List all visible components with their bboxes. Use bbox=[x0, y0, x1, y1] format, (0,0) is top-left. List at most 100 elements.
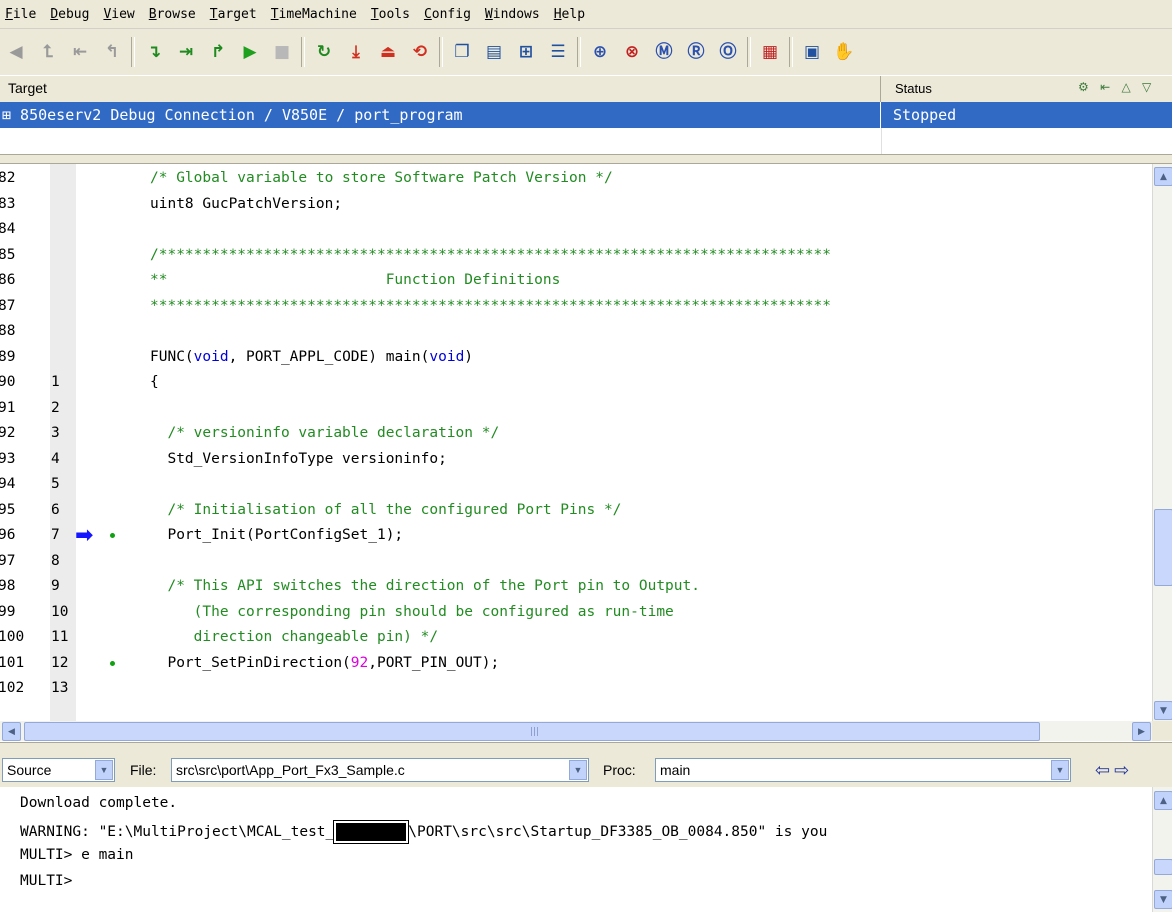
code-text[interactable]: /* versioninfo variable declaration */ bbox=[150, 425, 499, 441]
menu-item-help[interactable]: Help bbox=[547, 7, 592, 22]
menu-item-debug[interactable]: Debug bbox=[43, 7, 96, 22]
download-icon[interactable]: ⤓ bbox=[343, 39, 369, 65]
back-forward-arrows-icon[interactable]: ⇦⇨ bbox=[1095, 760, 1133, 781]
source-horizontal-scrollbar[interactable]: ◀ ||| ▶ bbox=[0, 721, 1152, 741]
breakpoint-dot-icon[interactable] bbox=[110, 660, 115, 666]
toolbar-separator bbox=[439, 37, 443, 67]
target-row-selected[interactable]: ⊞ 850eserv2 Debug Connection / V850E / p… bbox=[0, 102, 1172, 128]
register-view-icon[interactable]: Ⓡ bbox=[683, 39, 709, 65]
code-text[interactable]: /* Global variable to store Software Pat… bbox=[150, 170, 613, 186]
step-back-icon[interactable]: ◀ bbox=[3, 39, 29, 65]
code-token: { bbox=[150, 374, 159, 390]
step-over-icon[interactable]: ⇥ bbox=[173, 39, 199, 65]
code-token: 92 bbox=[350, 654, 369, 671]
chevron-down-icon[interactable]: ▼ bbox=[95, 760, 113, 780]
command-console[interactable]: Download complete. WARNING: "E:\MultiPro… bbox=[0, 787, 1152, 912]
scroll-thumb[interactable] bbox=[1154, 859, 1172, 875]
status-column-header[interactable]: Status bbox=[895, 81, 932, 96]
code-text[interactable]: uint8 GucPatchVersion; bbox=[150, 196, 342, 212]
scroll-left-button[interactable]: ◀ bbox=[2, 722, 21, 741]
halt-icon[interactable]: ■ bbox=[269, 39, 295, 65]
menu-item-windows[interactable]: Windows bbox=[478, 7, 547, 22]
code-text[interactable]: /* Initialisation of all the configured … bbox=[150, 502, 621, 518]
code-line: 86 ** Function Definitions bbox=[0, 267, 1152, 293]
console-prompt[interactable]: MULTI> bbox=[20, 873, 72, 889]
code-line: 98 9 /* This API switches the direction o… bbox=[0, 573, 1152, 599]
scroll-up-button[interactable]: ▲ bbox=[1154, 167, 1172, 186]
code-text[interactable]: Port_Init(PortConfigSet_1); bbox=[150, 527, 403, 543]
scroll-thumb[interactable]: ||| bbox=[24, 722, 1040, 741]
line-number: 90 bbox=[0, 374, 16, 390]
view-mode-select[interactable]: Source ▼ bbox=[2, 758, 115, 782]
target-connection-name[interactable]: ⊞ 850eserv2 Debug Connection / V850E / p… bbox=[2, 106, 463, 124]
pane-splitter[interactable] bbox=[0, 155, 1172, 164]
watch-view-icon[interactable]: Ⓞ bbox=[715, 39, 741, 65]
code-text[interactable]: Port_SetPinDirection(92,PORT_PIN_OUT); bbox=[150, 655, 499, 671]
code-text[interactable]: ****************************************… bbox=[150, 298, 831, 314]
code-text[interactable]: (The corresponding pin should be configu… bbox=[150, 604, 674, 620]
copy-icon[interactable]: ❐ bbox=[449, 39, 475, 65]
outline-icon[interactable]: ☰ bbox=[545, 39, 571, 65]
step-out-icon[interactable]: ↱ bbox=[205, 39, 231, 65]
memory-view-icon[interactable]: Ⓜ bbox=[651, 39, 677, 65]
back-step-out-icon[interactable]: ↰ bbox=[99, 39, 125, 65]
menu-item-target[interactable]: Target bbox=[203, 7, 264, 22]
line-number: 99 bbox=[0, 603, 16, 620]
code-text[interactable]: ** Function Definitions bbox=[150, 272, 560, 288]
reload-icon[interactable]: ⟲ bbox=[407, 39, 433, 65]
code-line: 102 13 bbox=[0, 675, 1152, 701]
console-vertical-scrollbar[interactable]: ▲ ▼ bbox=[1152, 787, 1172, 912]
run-icon[interactable]: ▶ bbox=[237, 39, 263, 65]
breakpoint-dot-icon[interactable] bbox=[110, 533, 115, 538]
notes-icon[interactable]: ▣ bbox=[799, 39, 825, 65]
target-column-header[interactable]: Target bbox=[8, 80, 47, 96]
scroll-thumb[interactable] bbox=[1154, 509, 1172, 586]
restart-icon[interactable]: ↻ bbox=[311, 39, 337, 65]
code-token: /* Global variable to store Software Pat… bbox=[150, 170, 613, 186]
code-token: direction changeable pin) */ bbox=[150, 629, 439, 645]
code-text[interactable]: Std_VersionInfoType versioninfo; bbox=[150, 451, 446, 467]
scroll-right-button[interactable]: ▶ bbox=[1132, 722, 1151, 741]
step-into-icon[interactable]: ↴ bbox=[141, 39, 167, 65]
source-vertical-scrollbar[interactable]: ▲ ▼ bbox=[1152, 164, 1172, 721]
scroll-down-button[interactable]: ▼ bbox=[1154, 890, 1172, 909]
code-text[interactable]: FUNC(void, PORT_APPL_CODE) main(void) bbox=[150, 349, 473, 365]
code-text[interactable]: direction changeable pin) */ bbox=[150, 629, 438, 645]
flash-icon[interactable]: ⏏ bbox=[375, 39, 401, 65]
line-number: 95 bbox=[0, 501, 16, 518]
menu-item-view[interactable]: View bbox=[96, 7, 141, 22]
chevron-down-icon[interactable]: ▼ bbox=[569, 760, 587, 780]
code-token: Port_SetPinDirection( bbox=[150, 654, 351, 671]
back-step-up-icon[interactable]: ⮤ bbox=[35, 39, 61, 65]
source-code-pane[interactable]: 8 2 /* Global variable to store Software P… bbox=[0, 164, 1152, 721]
function-line-number: 8 bbox=[51, 552, 60, 569]
line-number: 92 bbox=[0, 425, 16, 441]
chevron-down-icon[interactable]: ▼ bbox=[1051, 760, 1069, 780]
function-line-number: 2 bbox=[51, 399, 60, 416]
tree-icon[interactable]: ⊞ bbox=[513, 39, 539, 65]
target-pane-icons[interactable]: ⚙ ⇤ △ ▽ bbox=[1078, 80, 1155, 94]
column-divider[interactable] bbox=[880, 76, 881, 102]
line-number: 89 bbox=[0, 348, 16, 365]
code-text[interactable]: /***************************************… bbox=[150, 247, 831, 263]
menu-item-file[interactable]: File bbox=[0, 7, 43, 22]
menu-item-timemachine[interactable]: TimeMachine bbox=[264, 7, 364, 22]
back-to-start-icon[interactable]: ⇤ bbox=[67, 39, 93, 65]
hand-icon[interactable]: ✋ bbox=[831, 39, 857, 65]
code-line: 100 11 direction changeable pin) */ bbox=[0, 624, 1152, 650]
menu-item-browse[interactable]: Browse bbox=[142, 7, 203, 22]
menu-item-tools[interactable]: Tools bbox=[364, 7, 417, 22]
toolbar: ◀ ⮤ ⇤ ↰ ↴ ⇥ ↱ ▶ ■ ↻ ⤓ ⏏ ⟲ ❐ ▤ ⊞ ☰ ⊕ ⊗ Ⓜ Ⓡ Ⓞ ▦ ▣ ✋ bbox=[0, 29, 1172, 75]
proc-select[interactable]: main ▼ bbox=[655, 758, 1071, 782]
code-text[interactable]: { bbox=[150, 374, 159, 390]
document-icon[interactable]: ▤ bbox=[481, 39, 507, 65]
magnifier-icon[interactable]: ⊕ bbox=[587, 39, 613, 65]
toolbar-separator bbox=[577, 37, 581, 67]
menu-item-config[interactable]: Config bbox=[417, 7, 478, 22]
scroll-down-button[interactable]: ▼ bbox=[1154, 701, 1172, 720]
file-select[interactable]: src\src\port\App_Port_Fx3_Sample.c ▼ bbox=[171, 758, 589, 782]
stop-inspect-icon[interactable]: ⊗ bbox=[619, 39, 645, 65]
grid-icon[interactable]: ▦ bbox=[757, 39, 783, 65]
scroll-up-button[interactable]: ▲ bbox=[1154, 791, 1172, 810]
code-text[interactable]: /* This API switches the direction of th… bbox=[150, 578, 700, 594]
